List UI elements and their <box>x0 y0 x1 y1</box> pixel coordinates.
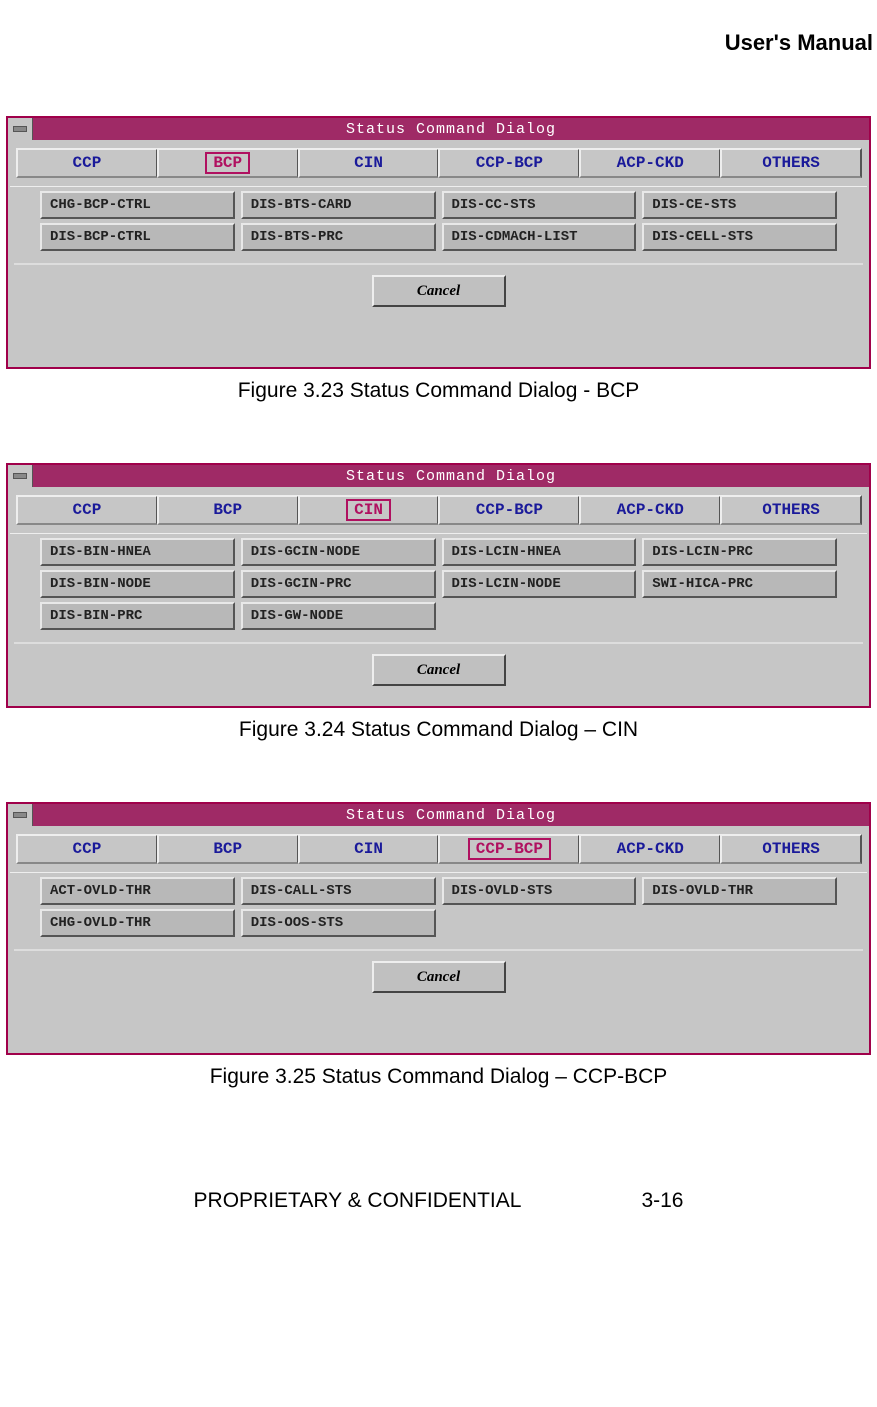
status-command-dialog: Status Command Dialog CCP BCP CIN CCP-BCP ACP… <box>6 802 871 1055</box>
tab-label: CIN <box>354 154 383 172</box>
page-footer: PROPRIETARY & CONFIDENTIAL 3-16 <box>0 1189 877 1213</box>
tab-ccp-bcp[interactable]: CCP-BCP <box>438 834 580 864</box>
tab-label: CCP <box>73 154 102 172</box>
tab-label: CIN <box>354 840 383 858</box>
tab-cin[interactable]: CIN <box>298 495 440 525</box>
titlebar: Status Command Dialog <box>8 804 869 826</box>
command-button[interactable]: DIS-GW-NODE <box>241 602 436 630</box>
tab-label: ACP-CKD <box>617 840 684 858</box>
command-grid: ACT-OVLD-THRDIS-CALL-STSDIS-OVLD-STSDIS-… <box>10 872 867 947</box>
command-button[interactable]: DIS-CDMACH-LIST <box>442 223 637 251</box>
command-button[interactable]: ACT-OVLD-THR <box>40 877 235 905</box>
tab-others[interactable]: OTHERS <box>720 834 862 864</box>
tab-label: CCP-BCP <box>476 501 543 519</box>
command-button[interactable]: DIS-BIN-PRC <box>40 602 235 630</box>
tab-ccp[interactable]: CCP <box>16 148 158 178</box>
system-menu-icon <box>13 812 27 818</box>
tab-label: OTHERS <box>762 154 820 172</box>
system-menu-icon <box>13 473 27 479</box>
command-button[interactable]: DIS-LCIN-PRC <box>642 538 837 566</box>
dialog-title: Status Command Dialog <box>33 804 869 826</box>
tab-label: OTHERS <box>762 840 820 858</box>
footer-right: 3-16 <box>641 1189 683 1213</box>
tab-bcp[interactable]: BCP <box>157 148 299 178</box>
tab-row: CCP BCP CIN CCP-BCP ACP-CKD OTHERS <box>10 146 867 186</box>
command-button[interactable]: DIS-CALL-STS <box>241 877 436 905</box>
command-button[interactable]: DIS-BTS-CARD <box>241 191 436 219</box>
command-grid: DIS-BIN-HNEADIS-GCIN-NODEDIS-LCIN-HNEADI… <box>10 533 867 640</box>
tab-cin[interactable]: CIN <box>298 834 440 864</box>
cancel-row: Cancel <box>14 263 863 317</box>
tab-acp-ckd[interactable]: ACP-CKD <box>579 495 721 525</box>
dialog-title: Status Command Dialog <box>33 465 869 487</box>
command-button[interactable]: DIS-GCIN-PRC <box>241 570 436 598</box>
tab-ccp[interactable]: CCP <box>16 495 158 525</box>
titlebar: Status Command Dialog <box>8 118 869 140</box>
command-button[interactable]: DIS-OOS-STS <box>241 909 436 937</box>
tab-bcp[interactable]: BCP <box>157 495 299 525</box>
system-menu-icon <box>13 126 27 132</box>
tab-label: CCP-BCP <box>476 154 543 172</box>
cancel-row: Cancel <box>14 642 863 696</box>
command-button[interactable]: DIS-CELL-STS <box>642 223 837 251</box>
command-button[interactable]: SWI-HICA-PRC <box>642 570 837 598</box>
page-header: User's Manual <box>0 30 877 56</box>
tab-others[interactable]: OTHERS <box>720 495 862 525</box>
tab-ccp[interactable]: CCP <box>16 834 158 864</box>
tab-acp-ckd[interactable]: ACP-CKD <box>579 148 721 178</box>
cancel-row: Cancel <box>14 949 863 1003</box>
command-button[interactable]: CHG-BCP-CTRL <box>40 191 235 219</box>
command-button[interactable]: DIS-OVLD-THR <box>642 877 837 905</box>
system-menu-button[interactable] <box>8 804 33 826</box>
status-command-dialog: Status Command Dialog CCP BCP CIN CCP-BCP ACP… <box>6 463 871 708</box>
cancel-button[interactable]: Cancel <box>372 654 506 686</box>
figure-caption: Figure 3.23 Status Command Dialog - BCP <box>0 379 877 403</box>
command-grid: CHG-BCP-CTRLDIS-BTS-CARDDIS-CC-STSDIS-CE… <box>10 186 867 261</box>
dialog-title: Status Command Dialog <box>33 118 869 140</box>
command-button[interactable]: DIS-CC-STS <box>442 191 637 219</box>
tab-label: BCP <box>213 840 242 858</box>
tab-cin[interactable]: CIN <box>298 148 440 178</box>
tab-label: ACP-CKD <box>617 154 684 172</box>
tab-label: BCP <box>213 501 242 519</box>
command-button[interactable]: CHG-OVLD-THR <box>40 909 235 937</box>
command-button[interactable]: DIS-BIN-NODE <box>40 570 235 598</box>
system-menu-button[interactable] <box>8 118 33 140</box>
tab-label: ACP-CKD <box>617 501 684 519</box>
tab-label: CIN <box>346 499 391 521</box>
tab-row: CCP BCP CIN CCP-BCP ACP-CKD OTHERS <box>10 493 867 533</box>
tab-ccp-bcp[interactable]: CCP-BCP <box>438 495 580 525</box>
command-button[interactable]: DIS-OVLD-STS <box>442 877 637 905</box>
cancel-button[interactable]: Cancel <box>372 275 506 307</box>
tab-label: CCP <box>73 501 102 519</box>
tab-label: CCP-BCP <box>468 838 551 860</box>
system-menu-button[interactable] <box>8 465 33 487</box>
titlebar: Status Command Dialog <box>8 465 869 487</box>
tab-acp-ckd[interactable]: ACP-CKD <box>579 834 721 864</box>
tab-label: BCP <box>205 152 250 174</box>
tab-label: CCP <box>73 840 102 858</box>
command-button[interactable]: DIS-LCIN-HNEA <box>442 538 637 566</box>
figure-caption: Figure 3.25 Status Command Dialog – CCP-… <box>0 1065 877 1089</box>
cancel-button[interactable]: Cancel <box>372 961 506 993</box>
tab-row: CCP BCP CIN CCP-BCP ACP-CKD OTHERS <box>10 832 867 872</box>
command-button[interactable]: DIS-BCP-CTRL <box>40 223 235 251</box>
footer-left: PROPRIETARY & CONFIDENTIAL <box>194 1189 522 1213</box>
command-button[interactable]: DIS-GCIN-NODE <box>241 538 436 566</box>
tab-ccp-bcp[interactable]: CCP-BCP <box>438 148 580 178</box>
tab-label: OTHERS <box>762 501 820 519</box>
command-button[interactable]: DIS-LCIN-NODE <box>442 570 637 598</box>
figure-caption: Figure 3.24 Status Command Dialog – CIN <box>0 718 877 742</box>
command-button[interactable]: DIS-BTS-PRC <box>241 223 436 251</box>
command-button[interactable]: DIS-CE-STS <box>642 191 837 219</box>
tab-bcp[interactable]: BCP <box>157 834 299 864</box>
tab-others[interactable]: OTHERS <box>720 148 862 178</box>
command-button[interactable]: DIS-BIN-HNEA <box>40 538 235 566</box>
status-command-dialog: Status Command Dialog CCP BCP CIN CCP-BCP ACP… <box>6 116 871 369</box>
